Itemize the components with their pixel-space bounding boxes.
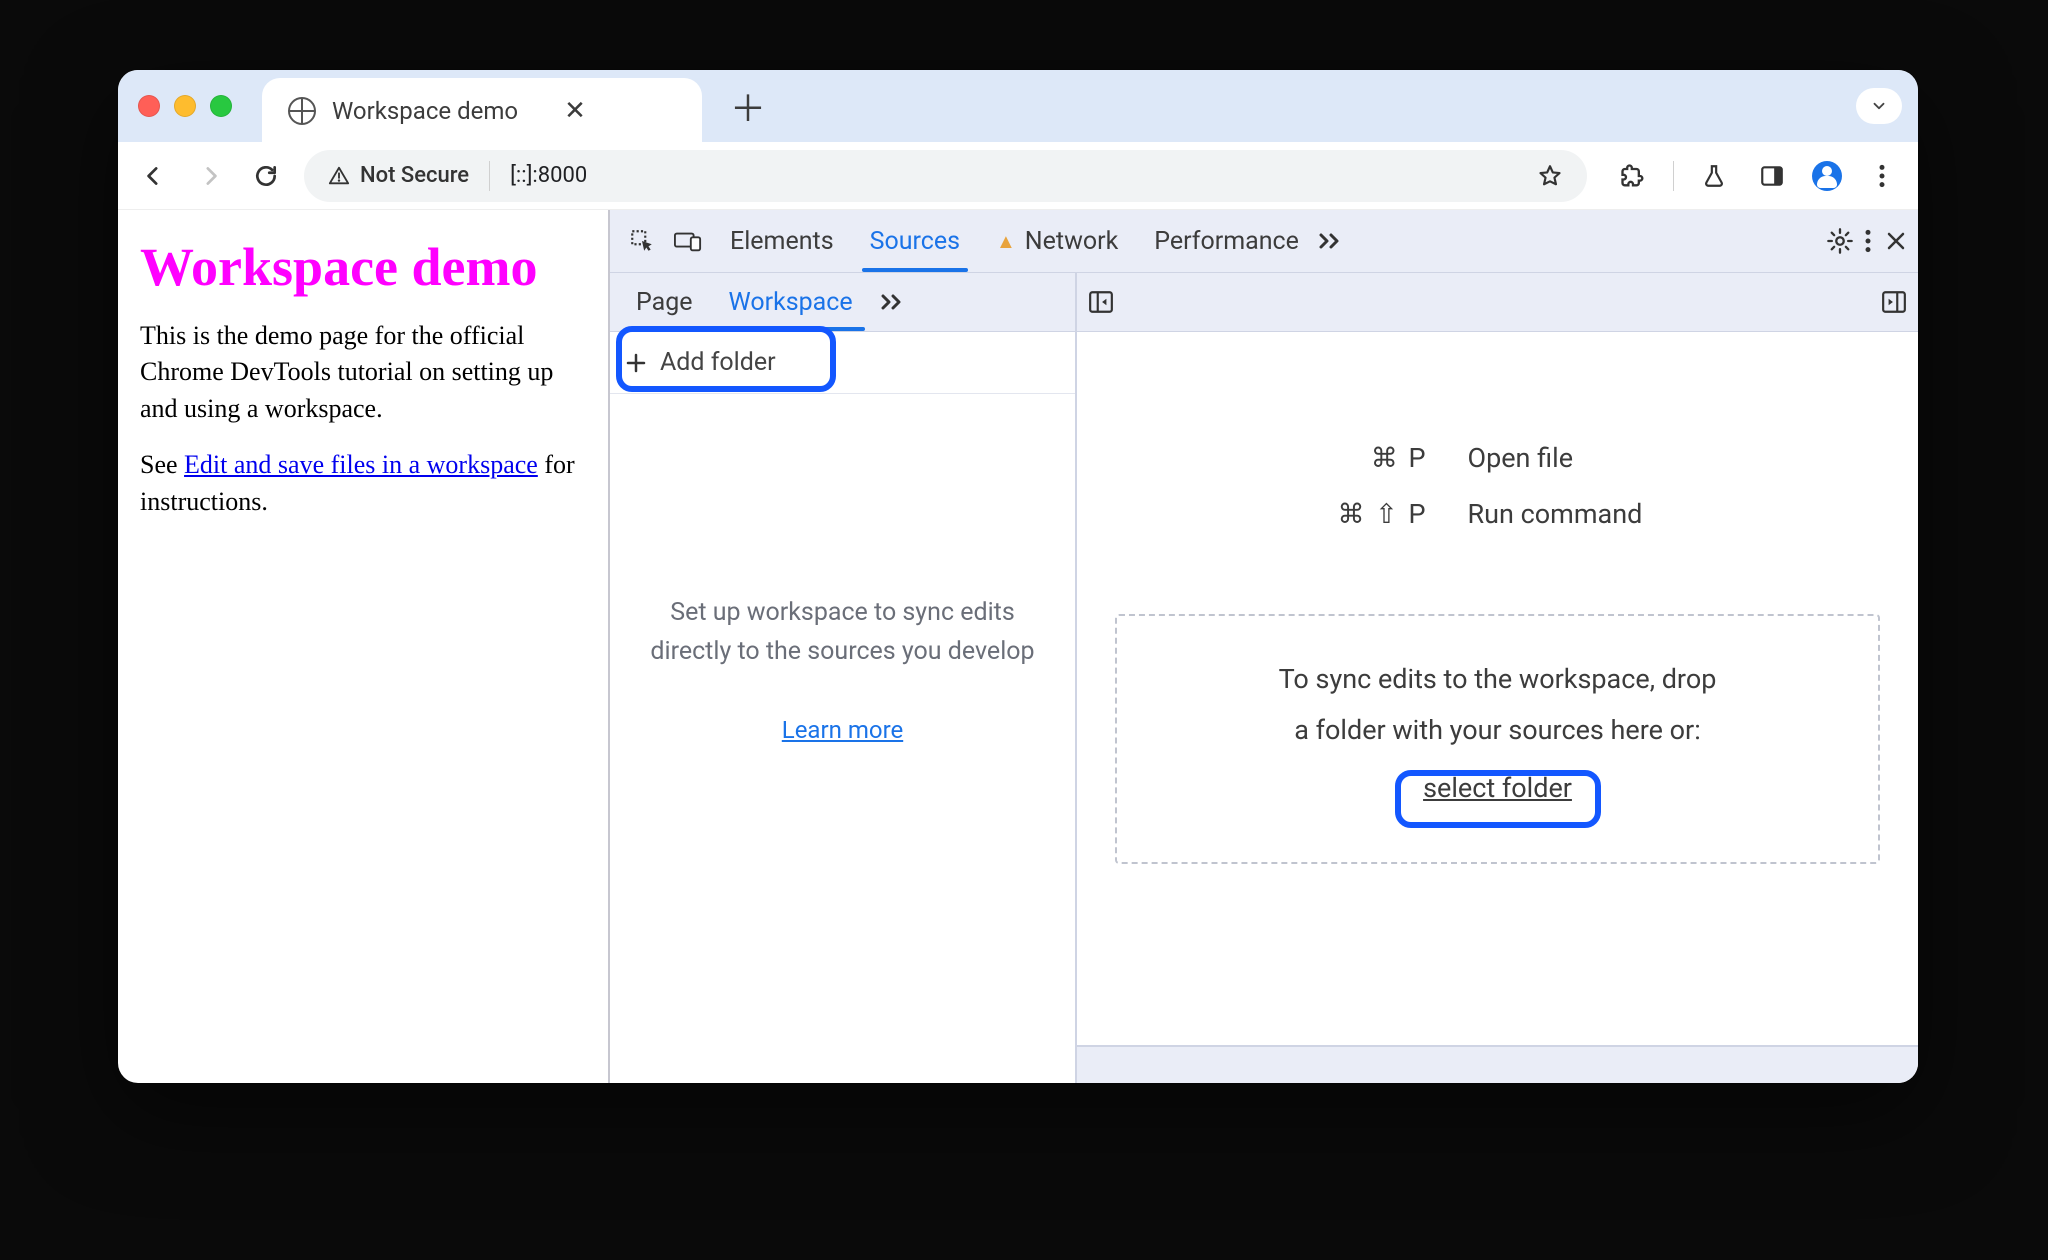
shortcut-open-file-key: ⌘ P [1278,442,1428,474]
device-toolbar-icon[interactable] [674,227,702,255]
toggle-navigator-icon[interactable] [1087,288,1115,316]
back-button[interactable] [136,158,172,194]
tab-strip: Workspace demo ✕ ＋ [118,70,1918,142]
toggle-debugger-icon[interactable] [1880,288,1908,316]
workspace-sidebar: Add folder Set up workspace to sync edit… [610,332,1077,1083]
shortcut-run-cmd-key: ⌘ ⇧ P [1278,498,1428,530]
browser-window: Workspace demo ✕ ＋ Not Secu [118,70,1918,1083]
subtab-page[interactable]: Page [618,273,711,331]
sidebar-menu-icon[interactable] [1047,288,1075,316]
devtools-tabbar: Elements Sources ▲ Network Performance [610,210,1918,272]
url-text: [::]:8000 [510,163,587,188]
devtools-footer [1077,1045,1918,1083]
settings-gear-icon[interactable] [1826,227,1854,255]
dropzone-text-line2: a folder with your sources here or: [1165,705,1830,756]
close-tab-icon[interactable]: ✕ [564,96,586,126]
page-paragraph-1: This is the demo page for the official C… [140,318,586,427]
new-tab-button[interactable]: ＋ [730,80,766,132]
page-paragraph-2a: See [140,450,184,479]
chevron-down-icon [1870,97,1888,115]
warning-triangle-icon: ▲ [996,229,1016,254]
maximize-window-button[interactable] [210,95,232,117]
globe-icon [288,97,316,125]
labs-icon[interactable] [1696,158,1732,194]
sources-main-pane: ⌘ P Open file ⌘ ⇧ P Run command To sync … [1077,332,1918,1083]
more-tabs-icon[interactable] [1317,227,1345,255]
chrome-menu-button[interactable] [1864,158,1900,194]
devtools-body: Add folder Set up workspace to sync edit… [610,332,1918,1083]
learn-more-link[interactable]: Learn more [782,712,903,749]
side-panel-icon[interactable] [1754,158,1790,194]
devtools-menu-icon[interactable] [1854,227,1882,255]
subtab-workspace[interactable]: Workspace [711,273,871,331]
plus-icon [624,351,648,375]
extensions-icon[interactable] [1615,158,1651,194]
warning-triangle-icon [328,165,350,187]
workspace-dropzone[interactable]: To sync edits to the workspace, drop a f… [1115,614,1880,864]
add-folder-button[interactable]: Add folder [610,332,1075,394]
more-subtabs-icon[interactable] [879,288,907,316]
minimize-window-button[interactable] [174,95,196,117]
close-devtools-icon[interactable] [1882,227,1910,255]
address-separator [489,161,490,191]
profile-avatar[interactable] [1812,161,1842,191]
dropzone-text-line1: To sync edits to the workspace, drop [1165,654,1830,705]
tabs-dropdown-button[interactable] [1856,88,1902,124]
tab-network-label: Network [1025,227,1118,256]
security-badge-label: Not Secure [360,163,469,188]
security-badge[interactable]: Not Secure [328,163,469,188]
tab-network[interactable]: ▲ Network [978,210,1136,272]
page-heading: Workspace demo [140,236,586,298]
browser-tab[interactable]: Workspace demo ✕ [262,78,702,144]
reload-button[interactable] [248,158,284,194]
page-paragraph-2: See Edit and save files in a workspace f… [140,447,586,520]
toolbar-separator [1673,161,1674,191]
forward-button[interactable] [192,158,228,194]
rendered-page: Workspace demo This is the demo page for… [118,210,608,1083]
tab-performance[interactable]: Performance [1136,210,1317,272]
shortcuts-hint: ⌘ P Open file ⌘ ⇧ P Run command [1077,332,1918,584]
browser-toolbar: Not Secure [::]:8000 [118,142,1918,210]
close-window-button[interactable] [138,95,160,117]
address-bar[interactable]: Not Secure [::]:8000 [304,150,1587,202]
page-link-workspace-tutorial[interactable]: Edit and save files in a workspace [184,450,538,479]
sidebar-empty-text: Set up workspace to sync edits directly … [640,594,1045,672]
select-folder-link[interactable]: select folder [1423,763,1572,814]
shortcut-open-file-label: Open file [1468,442,1718,474]
shortcut-run-cmd-label: Run command [1468,498,1718,530]
devtools-subtabbar: Page Workspace [610,272,1918,332]
sidebar-empty-message: Set up workspace to sync edits directly … [610,594,1075,750]
tab-sources[interactable]: Sources [852,210,978,272]
tab-title: Workspace demo [332,97,518,125]
tab-elements[interactable]: Elements [712,210,852,272]
inspect-element-icon[interactable] [628,227,656,255]
devtools-panel: Elements Sources ▲ Network Performance [608,210,1918,1083]
window-controls [138,95,232,117]
content-area: Workspace demo This is the demo page for… [118,210,1918,1083]
add-folder-label: Add folder [660,348,776,377]
bookmark-star-icon[interactable] [1537,163,1563,189]
